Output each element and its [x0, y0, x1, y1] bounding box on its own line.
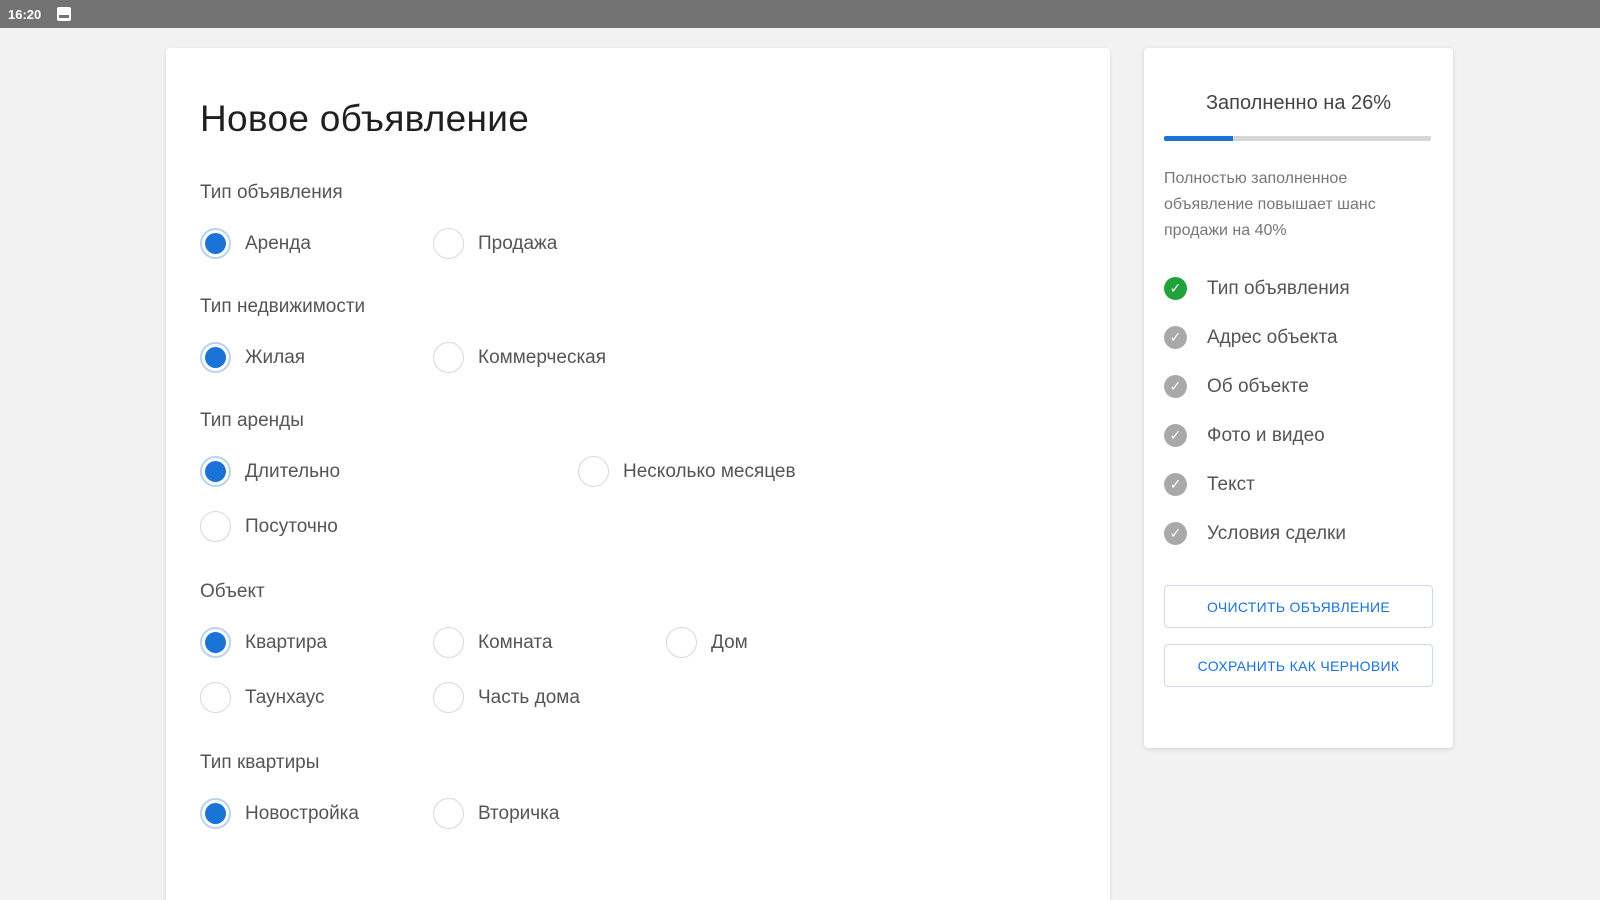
radio-circle[interactable] — [433, 228, 464, 259]
radio-label: Дом — [711, 631, 748, 653]
radio-daily[interactable]: Посуточно — [200, 511, 338, 542]
section-label-listing-type: Тип объявления — [200, 182, 343, 203]
status-bar: 16:20 — [0, 0, 1600, 28]
step-label: Текст — [1207, 473, 1255, 495]
radio-long-term[interactable]: Длительно — [200, 456, 340, 487]
radio-circle[interactable] — [433, 682, 464, 713]
section-label-object: Объект — [200, 581, 265, 602]
radio-circle[interactable] — [433, 627, 464, 658]
progress-hint: Полностью заполненное объявление повышае… — [1164, 170, 1376, 239]
radio-sale[interactable]: Продажа — [433, 228, 557, 259]
radio-label: Таунхаус — [245, 686, 325, 708]
section-label-rent-type: Тип аренды — [200, 410, 304, 431]
radio-room[interactable]: Комната — [433, 627, 552, 658]
radio-circle[interactable] — [200, 682, 231, 713]
radio-label: Квартира — [245, 631, 328, 653]
radio-apartment[interactable]: Квартира — [200, 627, 327, 658]
step-about-object[interactable]: ✓ Об объекте — [1164, 375, 1309, 398]
step-label: Адрес объекта — [1207, 326, 1338, 348]
section-label-apartment-type: Тип квартиры — [200, 752, 320, 773]
page-title: Новое объявление — [200, 98, 530, 139]
step-listing-type[interactable]: ✓ Тип объявления — [1164, 277, 1350, 300]
progress-title: Заполненно на 26% — [1205, 92, 1392, 114]
step-label: Тип объявления — [1207, 277, 1350, 299]
step-deal-terms[interactable]: ✓ Условия сделки — [1164, 522, 1346, 545]
step-label: Условия сделки — [1207, 522, 1346, 544]
radio-new-building[interactable]: Новостройка — [200, 798, 359, 829]
radio-circle[interactable] — [200, 342, 231, 373]
radio-circle[interactable] — [578, 456, 609, 487]
clear-listing-button[interactable]: очистить объявление — [1164, 585, 1433, 628]
radio-residential[interactable]: Жилая — [200, 342, 305, 373]
listing-form: Новое объявление Тип объявления Аренда П… — [166, 48, 1110, 900]
progress-bar-fill — [1164, 136, 1234, 141]
radio-label: Вторичка — [478, 802, 560, 824]
radio-label: Комната — [478, 631, 553, 653]
radio-label: Часть дома — [478, 686, 580, 708]
step-label: Фото и видео — [1207, 424, 1325, 446]
radio-label: Жилая — [245, 346, 306, 368]
radio-circle[interactable] — [200, 798, 231, 829]
progress-panel: Заполненно на 26% Полностью заполненное … — [1144, 48, 1453, 748]
radio-part-of-house[interactable]: Часть дома — [433, 682, 580, 713]
progress-bar — [1164, 136, 1431, 141]
radio-secondary[interactable]: Вторичка — [433, 798, 559, 829]
step-text[interactable]: ✓ Текст — [1164, 473, 1255, 496]
check-circle-icon: ✓ — [1164, 473, 1187, 496]
radio-circle[interactable] — [200, 228, 231, 259]
radio-circle[interactable] — [200, 511, 231, 542]
radio-several-months[interactable]: Несколько месяцев — [578, 456, 796, 487]
radio-label: Продажа — [478, 232, 558, 254]
radio-label: Длительно — [245, 460, 341, 482]
status-time: 16:20 — [8, 6, 42, 22]
section-label-property-type: Тип недвижимости — [200, 296, 366, 317]
radio-label: Новостройка — [245, 802, 359, 824]
step-photo-video[interactable]: ✓ Фото и видео — [1164, 424, 1325, 447]
radio-label: Коммерческая — [478, 346, 607, 368]
radio-townhouse[interactable]: Таунхаус — [200, 682, 325, 713]
radio-circle[interactable] — [200, 627, 231, 658]
radio-circle[interactable] — [433, 798, 464, 829]
radio-circle[interactable] — [666, 627, 697, 658]
image-icon — [57, 7, 72, 21]
radio-label: Аренда — [245, 232, 311, 254]
step-label: Об объекте — [1207, 375, 1309, 397]
radio-label: Посуточно — [245, 515, 338, 537]
check-circle-icon: ✓ — [1164, 522, 1187, 545]
radio-rent[interactable]: Аренда — [200, 228, 311, 259]
radio-circle[interactable] — [433, 342, 464, 373]
check-circle-icon: ✓ — [1164, 375, 1187, 398]
radio-commercial[interactable]: Коммерческая — [433, 342, 606, 373]
check-circle-icon: ✓ — [1164, 277, 1187, 300]
radio-label: Несколько месяцев — [623, 460, 796, 482]
check-circle-icon: ✓ — [1164, 424, 1187, 447]
radio-house[interactable]: Дом — [666, 627, 748, 658]
radio-circle[interactable] — [200, 456, 231, 487]
save-draft-button[interactable]: сохранить как черновик — [1164, 644, 1433, 687]
step-address[interactable]: ✓ Адрес объекта — [1164, 326, 1338, 349]
check-circle-icon: ✓ — [1164, 326, 1187, 349]
